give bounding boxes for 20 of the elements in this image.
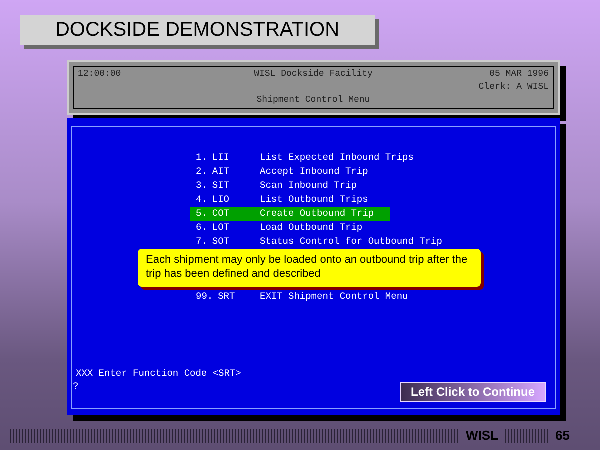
continue-button[interactable]: Left Click to Continue xyxy=(400,382,546,402)
menu-item[interactable]: 3. SIT Scan Inbound Trip xyxy=(190,179,390,193)
menu-item[interactable]: 4. LIO List Outbound Trips xyxy=(190,193,390,207)
menu-item[interactable]: 1. LII List Expected Inbound Trips xyxy=(190,151,420,165)
menu-item[interactable]: 99. SRT EXIT Shipment Control Menu xyxy=(190,290,414,304)
slide-title: DOCKSIDE DEMONSTRATION xyxy=(20,15,375,45)
time-text: 12:00:00 xyxy=(78,69,122,80)
input-cursor[interactable]: ? xyxy=(73,381,79,392)
footer-brand: WISL xyxy=(466,428,498,443)
barcode-drawing xyxy=(504,428,550,442)
prompt-text: XXX Enter Function Code <SRT> xyxy=(76,368,242,379)
menu-item[interactable]: 2. AIT Accept Inbound Trip xyxy=(190,165,390,179)
menu-item[interactable]: 7. SOT Status Control for Outbound Trip xyxy=(190,235,448,249)
facility-name: WISL Dockside Facility xyxy=(254,69,373,80)
callout-note: Each shipment may only be loaded onto an outbound trip after the trip has been defined and described xyxy=(138,249,481,286)
menu-item[interactable]: 6. LOT Load Outbound Trip xyxy=(190,221,390,235)
date-text: 05 MAR 1996 xyxy=(490,69,549,80)
menu-title: Shipment Control Menu xyxy=(256,95,370,106)
clerk-text: Clerk: A WISL xyxy=(478,82,549,93)
page-number: 65 xyxy=(556,428,570,443)
